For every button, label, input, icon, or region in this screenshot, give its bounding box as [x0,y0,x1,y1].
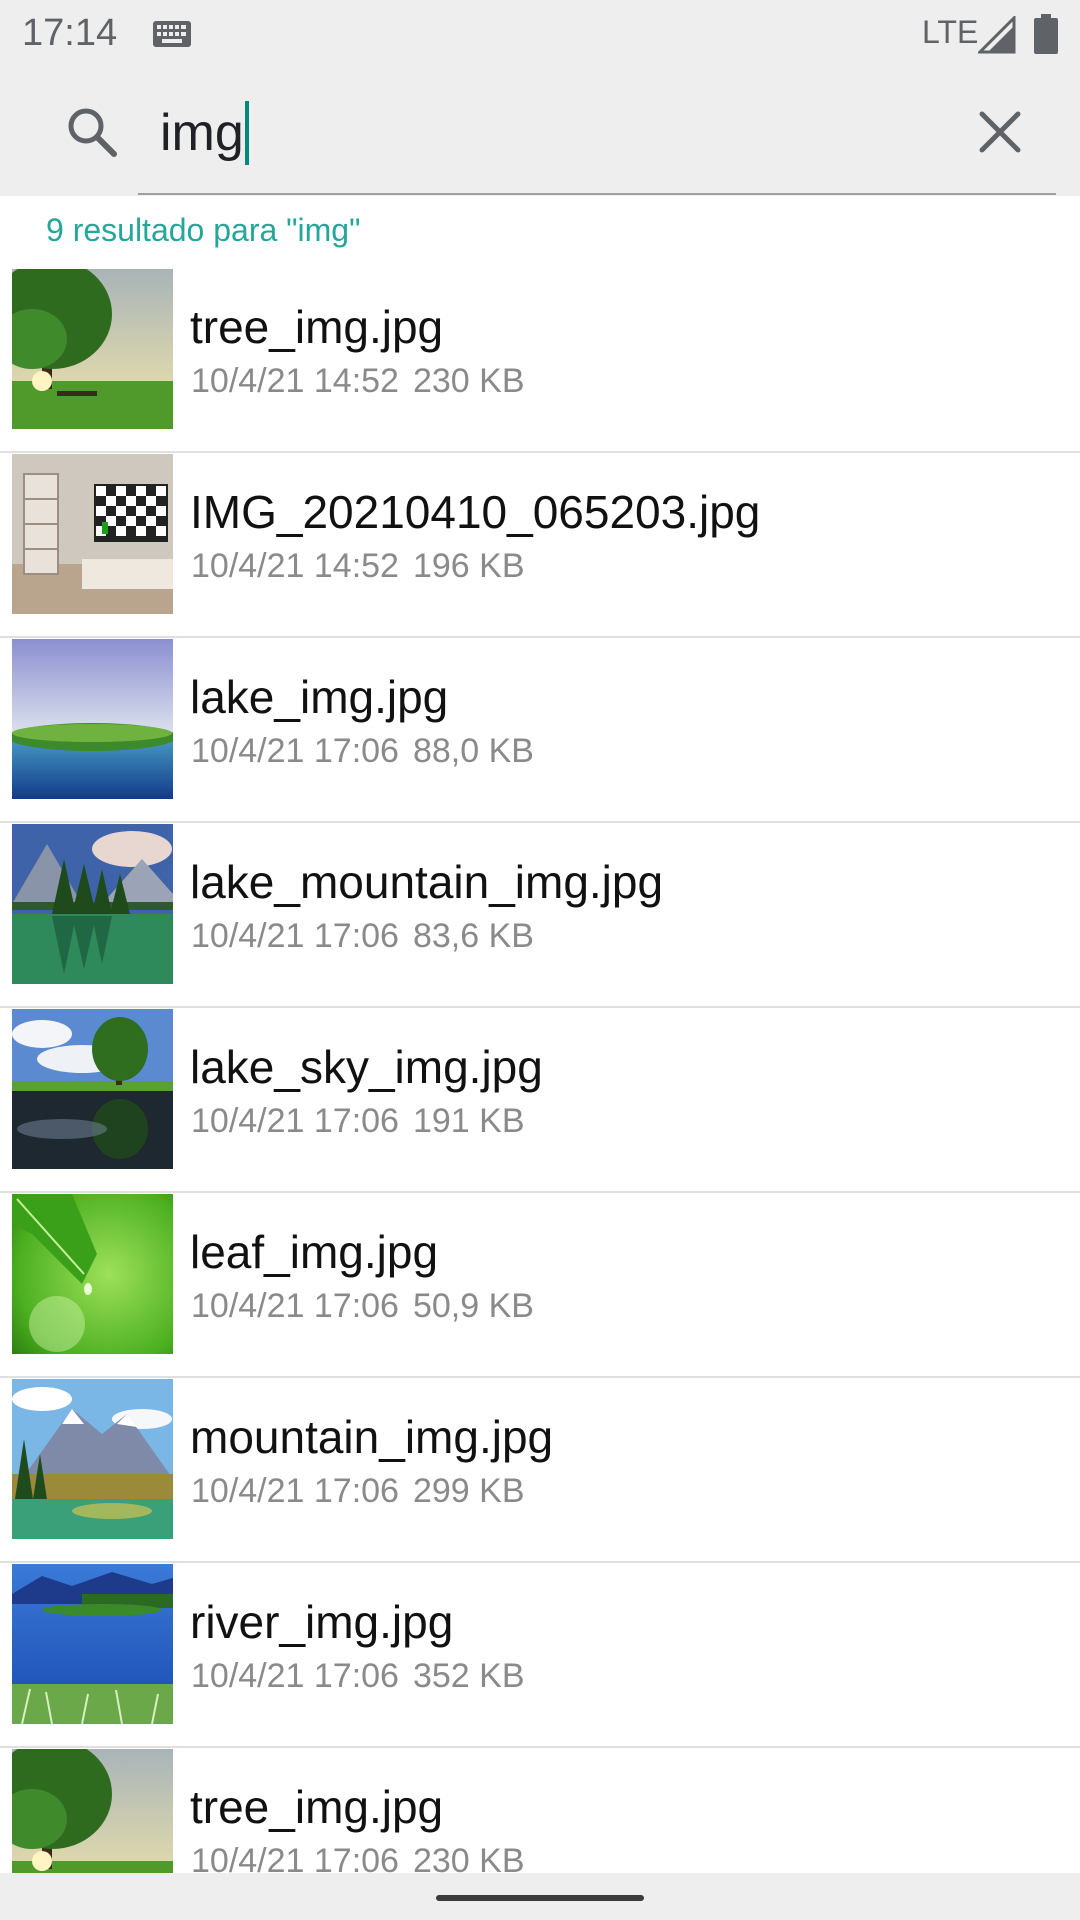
keyboard-icon [153,21,191,47]
file-size: 299 KB [412,1472,525,1510]
thumbnail-lake [12,639,173,799]
signal-icon [978,16,1016,54]
list-item[interactable]: lake_sky_img.jpg 10/4/21 17:06 191 KB [0,1008,1080,1193]
list-item[interactable]: mountain_img.jpg 10/4/21 17:06 299 KB [0,1378,1080,1563]
file-meta: 10/4/21 14:52 196 KB [191,547,525,586]
file-name: lake_sky_img.jpg [190,1041,543,1093]
list-item[interactable]: IMG_20210410_065203.jpg 10/4/21 14:52 196… [0,453,1080,638]
file-date: 10/4/21 17:06 [191,732,399,770]
file-name: lake_mountain_img.jpg [190,856,664,908]
navigation-bar [0,1873,1080,1920]
search-underline [138,193,1056,195]
file-size: 196 KB [412,547,525,585]
thumbnail-room [12,454,173,614]
file-name: leaf_img.jpg [190,1226,439,1278]
file-name: mountain_img.jpg [190,1411,554,1463]
file-meta: 10/4/21 17:06 88,0 KB [191,732,534,771]
close-icon[interactable] [972,104,1028,160]
home-gesture-handle[interactable] [436,1895,644,1901]
file-size: 83,6 KB [412,917,534,955]
file-date: 10/4/21 17:06 [191,1287,399,1325]
file-date: 10/4/21 14:52 [191,547,399,585]
battery-icon [1034,14,1058,54]
file-size: 50,9 KB [412,1287,534,1325]
file-size: 352 KB [412,1657,525,1695]
file-meta: 10/4/21 17:06 352 KB [191,1657,525,1696]
status-time: 17:14 [22,12,118,54]
list-item[interactable]: leaf_img.jpg 10/4/21 17:06 50,9 KB [0,1193,1080,1378]
thumbnail-lake-mountain [12,824,173,984]
file-name: IMG_20210410_065203.jpg [190,486,761,538]
thumbnail-leaf [12,1194,173,1354]
file-name: lake_img.jpg [190,671,449,723]
file-meta: 10/4/21 14:52 230 KB [191,362,525,401]
file-date: 10/4/21 17:06 [191,917,399,955]
list-item[interactable]: tree_img.jpg 10/4/21 14:52 230 KB [0,268,1080,453]
file-meta: 10/4/21 17:06 299 KB [191,1472,525,1511]
text-cursor [244,101,249,165]
file-meta: 10/4/21 17:06 191 KB [191,1102,525,1141]
file-date: 10/4/21 17:06 [191,1102,399,1140]
thumbnail-tree [12,269,173,429]
thumbnail-mountain [12,1379,173,1539]
list-item[interactable]: lake_img.jpg 10/4/21 17:06 88,0 KB [0,638,1080,823]
list-item[interactable]: river_img.jpg 10/4/21 17:06 352 KB [0,1563,1080,1748]
search-bar: img [0,68,1080,196]
file-name: river_img.jpg [190,1596,454,1648]
search-query: img [160,104,244,162]
file-size: 191 KB [412,1102,525,1140]
thumbnail-lake-sky [12,1009,173,1169]
results-count: 9 resultado para "img" [46,212,361,248]
file-date: 10/4/21 14:52 [191,362,399,400]
file-size: 230 KB [412,362,525,400]
status-bar: 17:14 LTE [0,0,1080,68]
network-type: LTE [922,14,979,50]
search-input[interactable]: img [160,98,249,168]
file-size: 88,0 KB [412,732,534,770]
thumbnail-river [12,1564,173,1724]
screen: 17:14 LTE img 9 resultado para "img" tre… [0,0,1080,1920]
file-meta: 10/4/21 17:06 50,9 KB [191,1287,534,1326]
file-date: 10/4/21 17:06 [191,1472,399,1510]
results-list: tree_img.jpg 10/4/21 14:52 230 KB IMG_20… [0,268,1080,1920]
file-name: tree_img.jpg [190,1781,444,1833]
file-name: tree_img.jpg [190,301,444,353]
file-date: 10/4/21 17:06 [191,1657,399,1695]
list-item[interactable]: lake_mountain_img.jpg 10/4/21 17:06 83,6 … [0,823,1080,1008]
search-icon[interactable] [62,102,122,162]
file-meta: 10/4/21 17:06 83,6 KB [191,917,534,956]
